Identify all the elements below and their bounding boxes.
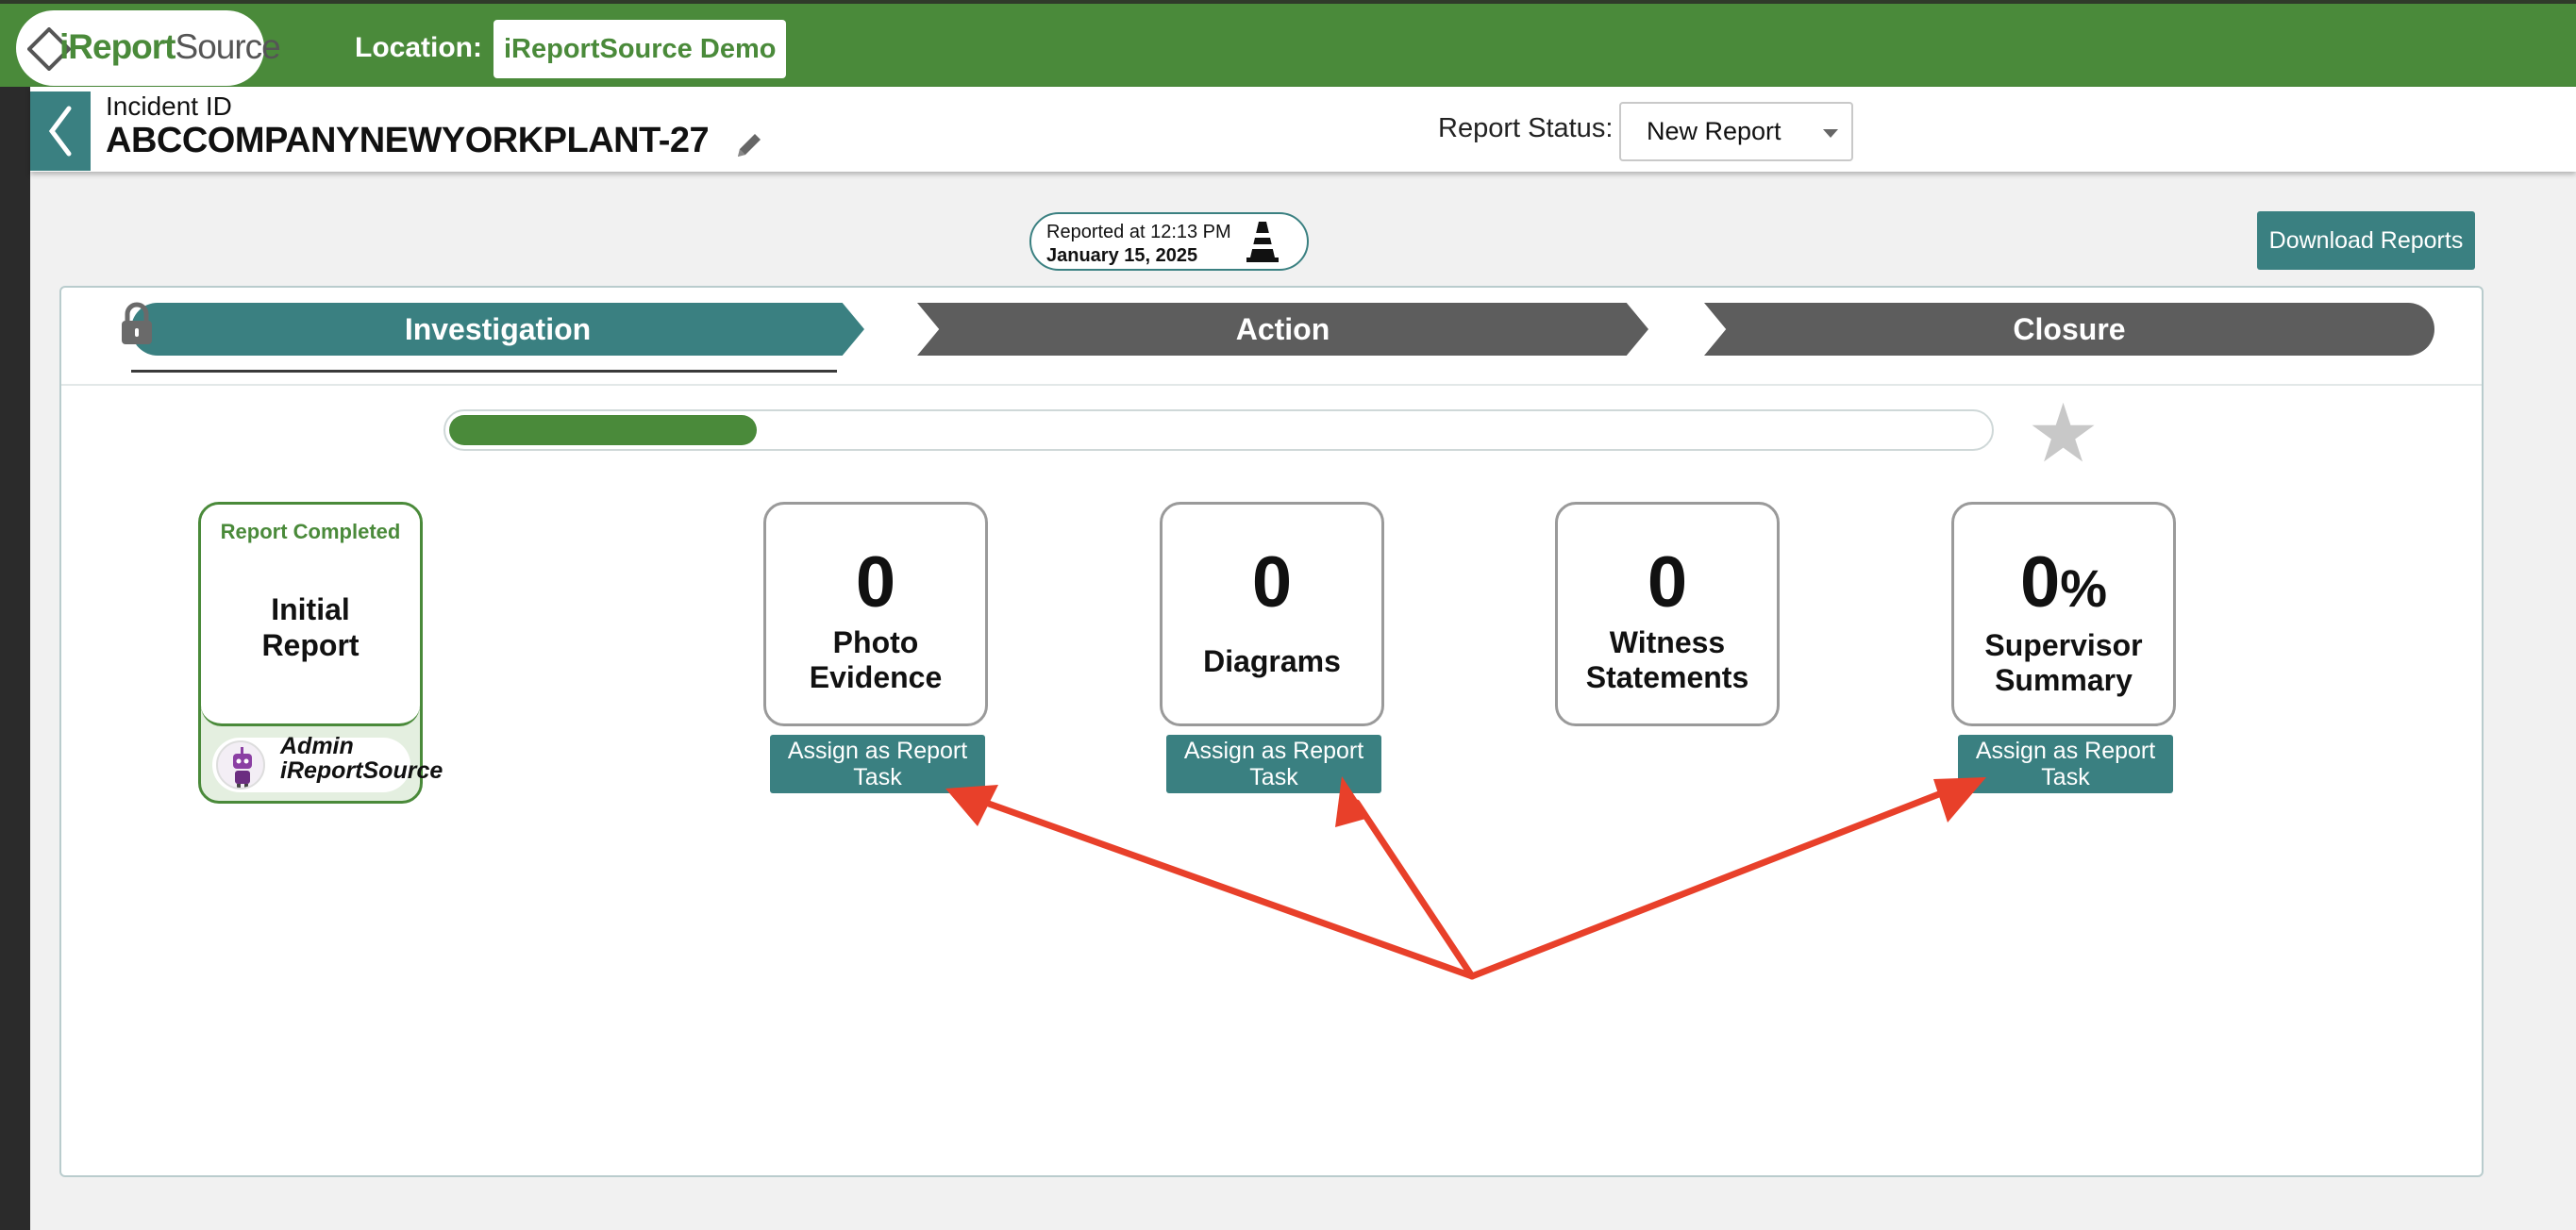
- progress-bar: [443, 409, 1994, 451]
- metric-count: 0: [1163, 547, 1381, 619]
- author-name-line1: Admin: [280, 733, 354, 759]
- metric-label: Diagrams: [1163, 644, 1381, 679]
- metric-count-value: 0: [1647, 542, 1688, 623]
- step-action[interactable]: Action: [917, 303, 1648, 356]
- metric-label-line2: Evidence: [809, 660, 943, 694]
- location-selector[interactable]: iReportSource Demo: [493, 20, 787, 78]
- active-step-underline: [131, 370, 837, 373]
- initial-report-title-line2: Report: [261, 628, 360, 662]
- metric-count: 0%: [1954, 547, 2173, 619]
- app-logo[interactable]: iReportSource: [16, 10, 281, 86]
- progress-fill: [449, 415, 757, 445]
- metric-count-suffix: %: [2060, 558, 2108, 618]
- metric-card-supervisor-summary[interactable]: 0% Supervisor Summary: [1951, 502, 2176, 726]
- back-button[interactable]: [30, 91, 91, 171]
- metric-card-photo-evidence[interactable]: 0 Photo Evidence: [763, 502, 988, 726]
- metric-count-value: 0: [1251, 542, 1293, 623]
- reported-time: Reported at 12:13 PM: [1046, 222, 1231, 242]
- assign-task-button-diagrams[interactable]: Assign as Report Task: [1166, 735, 1381, 793]
- step-investigation[interactable]: Investigation: [131, 303, 864, 356]
- metric-label-line1: Photo: [832, 625, 919, 659]
- assign-task-button-photo-evidence[interactable]: Assign as Report Task: [770, 735, 985, 793]
- metric-count-value: 0: [2019, 542, 2061, 623]
- author-name: Admin iReportSource: [280, 734, 443, 783]
- metric-count-value: 0: [855, 542, 896, 623]
- reported-timestamp: Reported at 12:13 PM January 15, 2025: [1029, 212, 1309, 271]
- metric-label: Photo Evidence: [766, 625, 985, 695]
- metric-label: Witness Statements: [1558, 625, 1777, 695]
- chevron-down-icon: [1823, 129, 1838, 138]
- report-completed-label: Report Completed: [220, 520, 401, 543]
- chevron-left-icon: [48, 106, 72, 157]
- metric-label-line2: Statements: [1585, 660, 1749, 694]
- initial-report-title: Initial Report: [201, 591, 420, 663]
- report-status-value: New Report: [1647, 117, 1781, 145]
- report-status-label: Report Status:: [1438, 113, 1614, 143]
- robot-avatar-icon: [233, 747, 252, 788]
- workflow-panel: Investigation Action Closure ★ Report Co…: [59, 286, 2484, 1177]
- incident-id-value: ABCCOMPANYNEWYORKPLANT-27: [106, 121, 710, 160]
- metric-label-line2: Summary: [1995, 663, 2133, 697]
- assign-task-button-supervisor-summary[interactable]: Assign as Report Task: [1958, 735, 2173, 793]
- metric-card-witness-statements[interactable]: 0 Witness Statements: [1555, 502, 1780, 726]
- incident-header: Incident ID ABCCOMPANYNEWYORKPLANT-27 Re…: [30, 87, 2576, 172]
- metric-count: 0: [766, 547, 985, 619]
- location-label: Location:: [355, 32, 482, 63]
- panel-divider: [61, 384, 2482, 386]
- report-status-select[interactable]: New Report: [1619, 102, 1853, 161]
- metric-label-line1: Diagrams: [1203, 644, 1341, 678]
- download-reports-button[interactable]: Download Reports: [2257, 211, 2475, 270]
- metric-label-line1: Witness: [1609, 625, 1726, 659]
- incident-id-label: Incident ID: [106, 91, 232, 121]
- logo-text: iReportSource: [59, 27, 281, 66]
- metric-count: 0: [1558, 547, 1777, 619]
- author-name-line2: iReportSource: [280, 757, 443, 784]
- avatar: [216, 740, 265, 790]
- metric-label: Supervisor Summary: [1954, 628, 2173, 698]
- initial-report-body: Report Completed Initial Report: [201, 505, 420, 726]
- initial-report-title-line1: Initial: [271, 592, 350, 626]
- metric-card-diagrams[interactable]: 0 Diagrams: [1160, 502, 1384, 726]
- step-closure[interactable]: Closure: [1704, 303, 2434, 356]
- edit-pencil-icon[interactable]: [732, 128, 766, 162]
- left-edge: [0, 0, 30, 1230]
- reported-date: January 15, 2025: [1046, 245, 1198, 266]
- star-icon[interactable]: ★: [2027, 393, 2099, 474]
- traffic-cone-icon: [1246, 222, 1279, 262]
- top-bar: iReportSource Location: iReportSource De…: [0, 0, 2576, 87]
- metric-label-line1: Supervisor: [1984, 628, 2143, 662]
- lock-icon: [122, 302, 152, 344]
